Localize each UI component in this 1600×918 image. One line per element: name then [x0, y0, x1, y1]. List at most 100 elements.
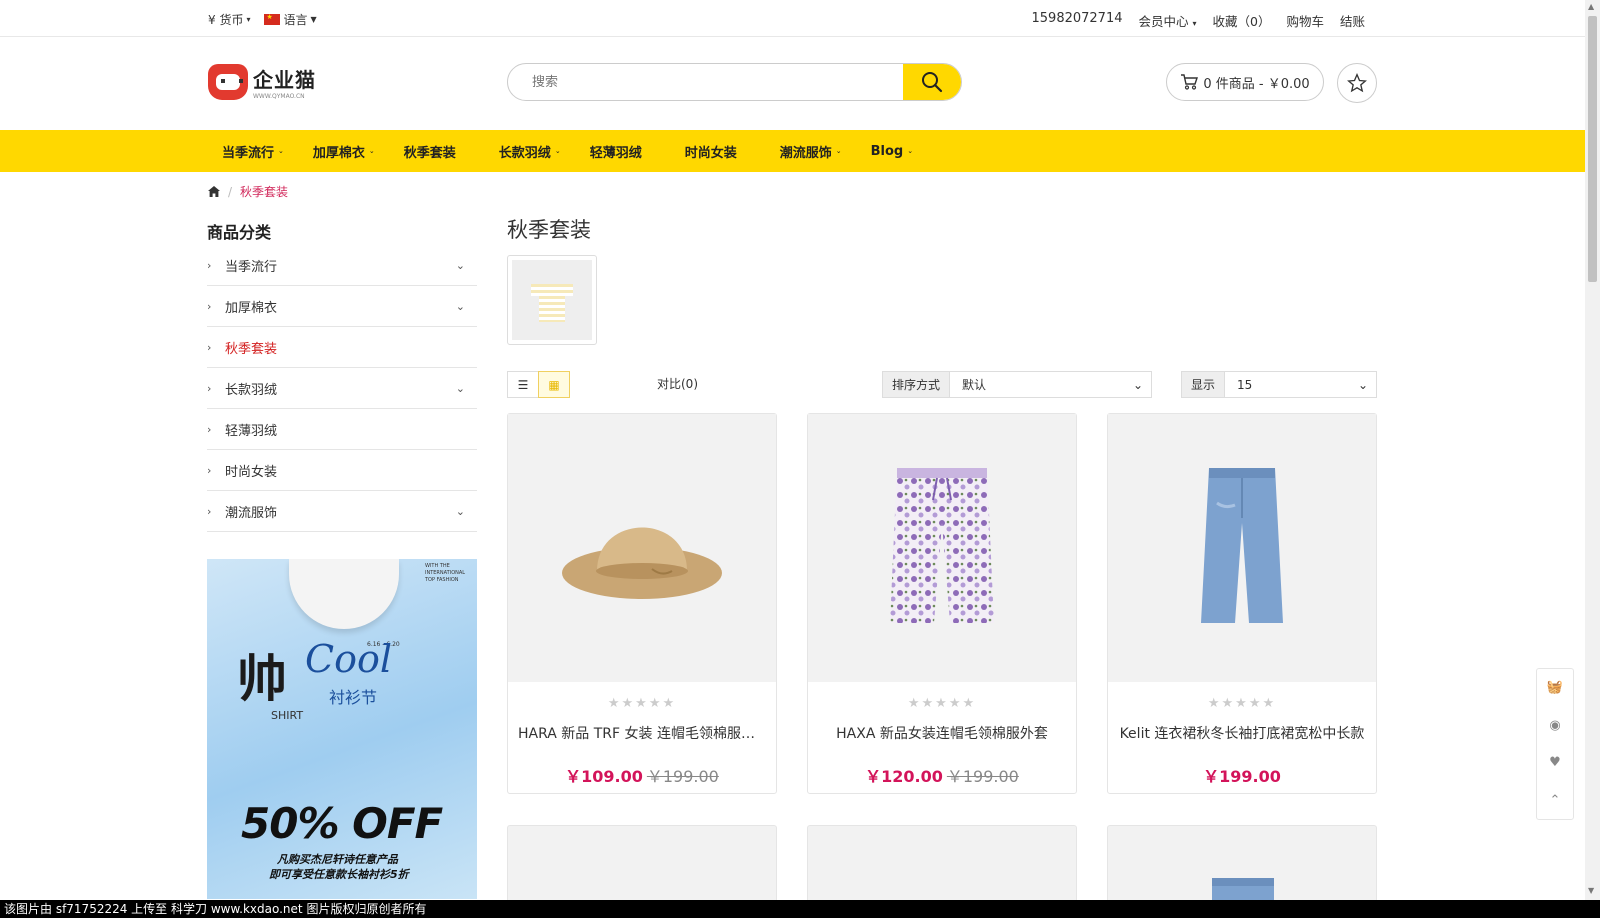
search-input[interactable] [508, 64, 903, 100]
category-item[interactable]: › 加厚棉衣 ⌄ [207, 286, 477, 327]
cart-button[interactable]: 0 件商品 - ￥0.00 [1166, 63, 1324, 101]
search-icon [922, 72, 943, 93]
expand-icon[interactable]: ⌄ [456, 259, 465, 272]
product-image[interactable] [508, 414, 776, 682]
rating-stars: ★★★★★ [607, 696, 677, 711]
cart-link[interactable]: 购物车 [1286, 11, 1324, 30]
compare-link[interactable]: 对比(0) [657, 375, 698, 392]
tshirt-image [531, 278, 573, 322]
expand-icon[interactable]: ⌄ [456, 382, 465, 395]
currency-label: ¥ 货币 [208, 13, 244, 27]
sort-value: 默认 [962, 378, 987, 392]
nav-item-blog[interactable]: Blog ⌄ [871, 144, 913, 159]
product-price: ￥120.00 ￥199.00 [808, 763, 1076, 787]
product-card[interactable]: ★★★★★ Kelit 连衣裙秋冬长袖打底裙宽松中长款 ￥199.00 [1107, 413, 1377, 794]
price-new: ￥109.00 [565, 767, 643, 786]
user-icon[interactable]: ◉ [1549, 718, 1560, 733]
wishlist-button[interactable] [1337, 63, 1377, 103]
banner-tagline: WITH THE INTERNATIONAL TOP FASHION [425, 563, 466, 583]
nav-item-season[interactable]: 当季流行 ⌄ [222, 142, 284, 161]
product-name[interactable]: Kelit 连衣裙秋冬长袖打底裙宽松中长款 [1108, 723, 1376, 743]
top-bar: ¥ 货币 ▾ 语言 ▼ 15982072714 会员中心 ▾ 收藏（0） 购物车… [0, 0, 1585, 37]
chevron-right-icon: › [207, 463, 212, 477]
scroll-up-icon[interactable]: ▲ [1588, 2, 1594, 11]
chevron-down-icon: ▾ [1192, 19, 1197, 28]
chevron-down-icon: ⌄ [554, 147, 561, 155]
jeans-image [1201, 468, 1283, 623]
category-item[interactable]: › 当季流行 ⌄ [207, 245, 477, 286]
grid-icon: ▦ [548, 377, 560, 392]
favorites-link[interactable]: 收藏（0） [1213, 11, 1271, 30]
price-new: ￥199.00 [1203, 767, 1281, 786]
expand-icon[interactable]: ⌄ [456, 300, 465, 313]
product-price: ￥109.00 ￥199.00 [508, 763, 776, 787]
home-icon[interactable] [208, 186, 220, 197]
shirt-collar-graphic [289, 559, 399, 629]
chevron-down-icon: ⌄ [1357, 377, 1368, 392]
page-title: 秋季套装 [507, 218, 591, 242]
category-item[interactable]: › 轻薄羽绒 [207, 409, 477, 450]
product-image[interactable] [1108, 414, 1376, 682]
banner-line-1: 凡购买杰尼轩诗任意产品 [277, 853, 398, 866]
product-name[interactable]: HARA 新品 TRF 女装 连帽毛领棉服外套 [508, 723, 776, 743]
site-logo[interactable]: 企业猫 WWW.QYMAO.CN [208, 64, 316, 100]
grid-view-button[interactable]: ▦ [538, 371, 570, 398]
nav-item-padded[interactable]: 加厚棉衣 ⌄ [313, 142, 375, 161]
nav-item-fashion[interactable]: 时尚女装 [685, 142, 737, 161]
chevron-right-icon: › [207, 340, 212, 354]
chevron-down-icon: ⌄ [907, 147, 914, 155]
nav-item-autumn[interactable]: 秋季套装 [404, 142, 456, 161]
category-item[interactable]: › 时尚女装 [207, 450, 477, 491]
chevron-right-icon: › [207, 422, 212, 436]
category-item-active[interactable]: › 秋季套装 [207, 327, 477, 368]
currency-dropdown[interactable]: ¥ 货币 ▾ [208, 11, 250, 28]
back-to-top-icon[interactable]: ⌃ [1550, 793, 1561, 808]
page-scrollbar[interactable]: ▲ ▼ [1585, 0, 1600, 900]
chevron-right-icon: › [207, 258, 212, 272]
chevron-right-icon: › [207, 381, 212, 395]
expand-icon[interactable]: ⌄ [456, 505, 465, 518]
category-item[interactable]: › 长款羽绒 ⌄ [207, 368, 477, 409]
sort-select[interactable]: 排序方式 默认 ⌄ [882, 371, 1152, 398]
language-label: 语言 [283, 13, 308, 27]
cart-summary: 0 件商品 - ￥0.00 [1203, 76, 1310, 92]
nav-item-long-down[interactable]: 长款羽绒 ⌄ [499, 142, 561, 161]
breadcrumb-current[interactable]: 秋季套装 [240, 183, 288, 200]
banner-shirt: SHIRT [271, 709, 304, 722]
main-nav: 当季流行 ⌄ 加厚棉衣 ⌄ 秋季套装 长款羽绒 ⌄ 轻薄羽绒 时尚女装 潮流服饰 ⌄ B… [0, 130, 1585, 172]
scroll-down-icon[interactable]: ▼ [1588, 886, 1594, 895]
category-list: › 当季流行 ⌄ › 加厚棉衣 ⌄ › 秋季套装 › 长款羽绒 ⌄ › 轻薄羽绒 › 时尚女装 ›… [207, 245, 477, 532]
limit-select[interactable]: 显示 15 ⌄ [1181, 371, 1377, 398]
promo-banner[interactable]: WITH THE INTERNATIONAL TOP FASHION 6.16 … [207, 559, 477, 899]
chevron-down-icon: ⌄ [1132, 377, 1143, 392]
sidebar-title: 商品分类 [207, 223, 272, 242]
checkout-link[interactable]: 结账 [1340, 11, 1365, 30]
basket-icon[interactable]: 🧺 [1547, 680, 1563, 695]
category-item[interactable]: › 潮流服饰 ⌄ [207, 491, 477, 532]
watermark-bar: 该图片由 sf71752224 上传至 科学刀 www.kxdao.net 图片… [0, 900, 1600, 918]
product-name[interactable]: HAXA 新品女装连帽毛领棉服外套 [808, 723, 1076, 743]
list-view-button[interactable]: ☰ [507, 371, 539, 398]
product-card[interactable]: ★★★★★ HAXA 新品女装连帽毛领棉服外套 ￥120.00 ￥199.00 [807, 413, 1077, 794]
search-button[interactable] [903, 64, 961, 100]
heart-icon[interactable]: ♥ [1549, 755, 1561, 770]
star-icon [1347, 73, 1367, 93]
chevron-right-icon: › [207, 299, 212, 313]
list-icon: ☰ [517, 377, 529, 392]
price-old: ￥199.00 [946, 767, 1019, 786]
china-flag-icon [264, 13, 281, 25]
chevron-down-icon: ⌄ [368, 147, 375, 155]
subcategory-thumbnail[interactable] [507, 255, 597, 345]
nav-item-light-down[interactable]: 轻薄羽绒 [590, 142, 642, 161]
price-new: ￥120.00 [865, 767, 943, 786]
show-value: 15 [1237, 377, 1253, 392]
scrollbar-thumb[interactable] [1588, 16, 1597, 282]
nav-item-trend[interactable]: 潮流服饰 ⌄ [780, 142, 842, 161]
product-image[interactable] [808, 414, 1076, 682]
show-label: 显示 [1182, 372, 1226, 397]
hat-image [562, 527, 722, 599]
product-card[interactable]: ★★★★★ HARA 新品 TRF 女装 连帽毛领棉服外套 ￥109.00 ￥19… [507, 413, 777, 794]
product-price: ￥199.00 [1108, 763, 1376, 787]
member-center-dropdown[interactable]: 会员中心 ▾ [1139, 11, 1197, 30]
language-dropdown[interactable]: 语言 ▼ [264, 11, 317, 28]
